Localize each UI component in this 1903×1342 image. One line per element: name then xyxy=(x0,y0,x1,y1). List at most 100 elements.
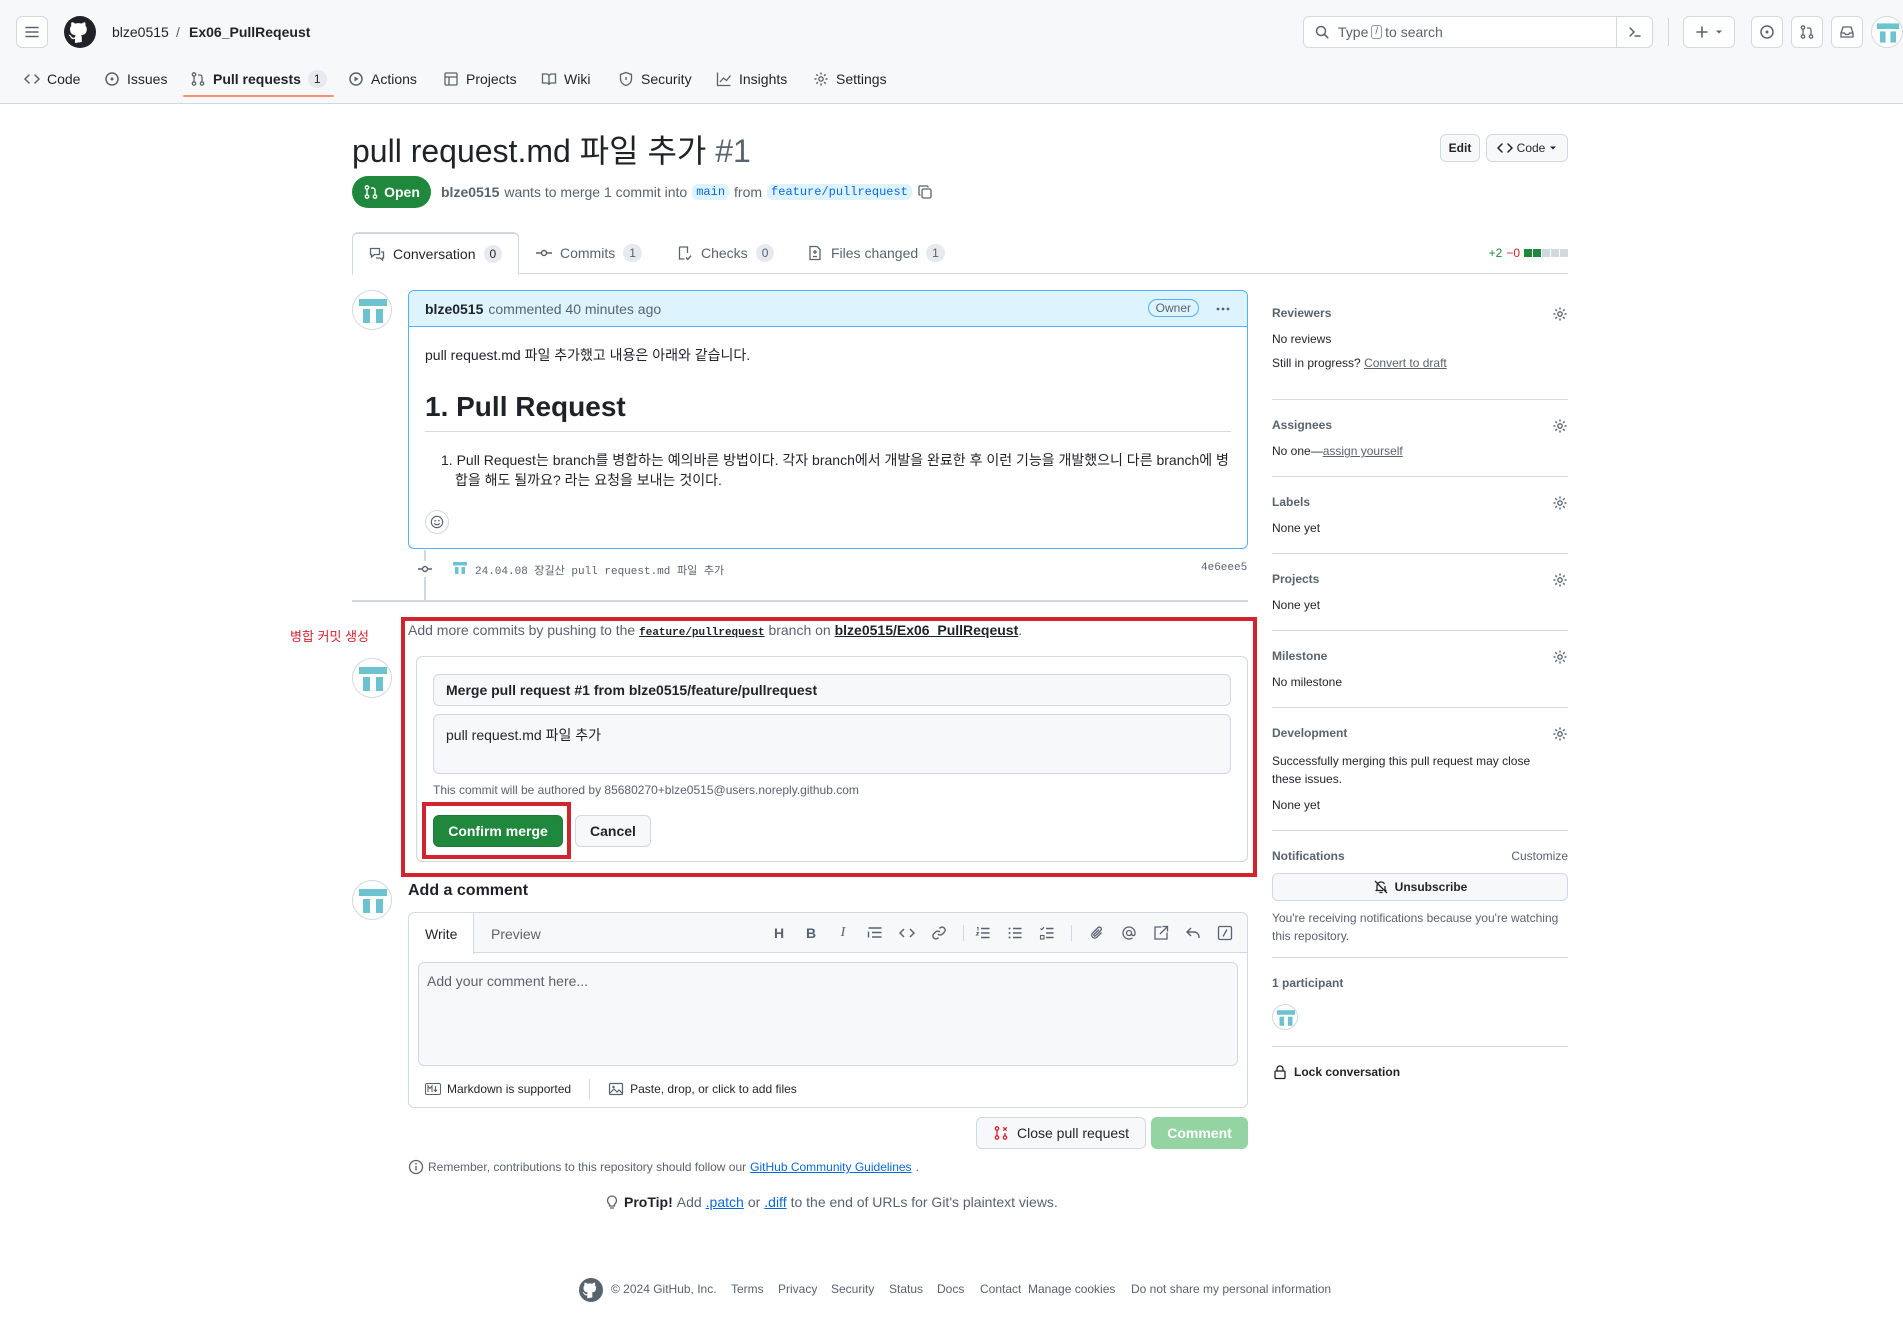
create-new-button[interactable] xyxy=(1683,16,1735,48)
task-list-icon[interactable] xyxy=(1039,925,1055,941)
repo-tab-settings[interactable]: Settings xyxy=(813,62,887,96)
search-input[interactable]: Type / to search xyxy=(1303,16,1653,48)
commit-title-input[interactable]: Merge pull request #1 from blze0515/feat… xyxy=(433,674,1231,706)
viewer-avatar[interactable] xyxy=(352,880,392,920)
attach-note[interactable]: Paste, drop, or click to add files xyxy=(630,1082,797,1096)
protip-patch-link[interactable]: .patch xyxy=(706,1194,744,1210)
footer-link-status[interactable]: Status xyxy=(889,1282,923,1296)
repo-tab-pull-requests[interactable]: Pull requests 1 xyxy=(183,62,334,97)
pull-requests-button[interactable] xyxy=(1791,16,1823,48)
issues-button[interactable] xyxy=(1751,16,1783,48)
commit-body-textarea[interactable]: pull request.md 파일 추가 xyxy=(433,714,1231,774)
breadcrumb-repo[interactable]: Ex06_PullReqeust xyxy=(189,24,310,40)
git-pull-request-icon xyxy=(1799,24,1815,40)
tab-files-changed[interactable]: Files changed 1 xyxy=(807,232,945,274)
add-reaction-button[interactable] xyxy=(425,510,449,534)
github-footer-logo-icon[interactable] xyxy=(579,1278,603,1302)
footer-link-terms[interactable]: Terms xyxy=(731,1282,764,1296)
repo-tab-wiki[interactable]: Wiki xyxy=(541,62,590,96)
comment-author[interactable]: blze0515 xyxy=(425,301,483,317)
footer-link-docs[interactable]: Docs xyxy=(937,1282,964,1296)
gear-icon[interactable] xyxy=(1552,572,1568,588)
gear-icon[interactable] xyxy=(1552,306,1568,322)
edit-button[interactable]: Edit xyxy=(1440,134,1480,162)
footer-link-privacy[interactable]: Privacy xyxy=(778,1282,817,1296)
comment-author-avatar[interactable] xyxy=(352,290,392,330)
repo-tab-security[interactable]: Security xyxy=(618,62,692,96)
user-avatar[interactable] xyxy=(1871,16,1903,48)
commit-sha[interactable]: 4e6eee5 xyxy=(1201,562,1247,574)
inbox-button[interactable] xyxy=(1831,16,1863,48)
menu-button[interactable] xyxy=(16,16,48,48)
gear-icon[interactable] xyxy=(1552,726,1568,742)
bold-icon[interactable]: B xyxy=(803,925,819,941)
slash-command-icon[interactable] xyxy=(1217,925,1233,941)
heading-icon[interactable]: H xyxy=(771,925,787,941)
cancel-merge-button[interactable]: Cancel xyxy=(575,815,651,847)
kebab-horizontal-icon[interactable] xyxy=(1215,301,1231,317)
diffstat[interactable]: +2 −0 xyxy=(1489,246,1568,260)
code-icon[interactable] xyxy=(899,925,915,941)
tab-preview[interactable]: Preview xyxy=(475,913,557,954)
convert-to-draft-link[interactable]: Convert to draft xyxy=(1364,356,1447,370)
base-branch[interactable]: main xyxy=(692,184,730,200)
tab-commits[interactable]: Commits 1 xyxy=(536,232,642,274)
comment-textarea[interactable]: Add your comment here... xyxy=(418,962,1238,1066)
cross-reference-icon[interactable] xyxy=(1153,925,1169,941)
link-icon[interactable] xyxy=(931,925,947,941)
repo-tab-issues[interactable]: Issues xyxy=(104,62,167,96)
repo-tab-code[interactable]: Code xyxy=(24,62,80,96)
merge-author-avatar[interactable] xyxy=(352,658,392,698)
repo-tab-actions[interactable]: Actions xyxy=(348,62,417,96)
commit-author-avatar[interactable] xyxy=(450,558,470,578)
footer-link-contact[interactable]: Contact xyxy=(980,1282,1021,1296)
footer-link-security[interactable]: Security xyxy=(831,1282,874,1296)
merge-hint-repo[interactable]: blze0515/Ex06_PullReqeust xyxy=(835,622,1019,638)
pr-author[interactable]: blze0515 xyxy=(441,184,499,200)
head-branch[interactable]: feature/pullrequest xyxy=(767,184,912,200)
copy-icon[interactable] xyxy=(917,184,933,200)
unordered-list-icon[interactable] xyxy=(1007,925,1023,941)
command-palette-icon[interactable] xyxy=(1616,17,1652,47)
participant-avatar[interactable] xyxy=(1272,1004,1298,1030)
repo-tab-projects[interactable]: Projects xyxy=(443,62,517,96)
github-logo-icon[interactable] xyxy=(64,16,96,48)
customize-link[interactable]: Customize xyxy=(1511,849,1568,863)
breadcrumb-owner[interactable]: blze0515 xyxy=(112,24,169,40)
tab-checks[interactable]: Checks 0 xyxy=(677,232,775,274)
book-icon xyxy=(541,71,557,87)
commit-message[interactable]: 24.04.08 장길산 pull request.md 파일 추가 xyxy=(475,562,724,578)
footer-link-manage-cookies[interactable]: Manage cookies xyxy=(1028,1282,1115,1296)
footer-link-do-not-share[interactable]: Do not share my personal information xyxy=(1131,1282,1331,1296)
unsubscribe-button[interactable]: Unsubscribe xyxy=(1272,873,1568,901)
comment-button[interactable]: Comment xyxy=(1151,1117,1248,1149)
gear-icon[interactable] xyxy=(1552,649,1568,665)
ordered-list-icon[interactable] xyxy=(975,925,991,941)
quote-icon[interactable] xyxy=(867,925,883,941)
reply-icon[interactable] xyxy=(1185,925,1201,941)
development-heading[interactable]: Development xyxy=(1272,726,1568,740)
assign-yourself-link[interactable]: assign yourself xyxy=(1323,444,1403,458)
sidebar-development: Development Successfully merging this pu… xyxy=(1272,726,1568,816)
assignees-heading[interactable]: Assignees xyxy=(1272,418,1568,432)
lock-conversation-link[interactable]: Lock conversation xyxy=(1272,1064,1568,1080)
protip-diff-link[interactable]: .diff xyxy=(764,1194,786,1210)
tab-conversation[interactable]: Conversation 0 xyxy=(352,232,520,275)
repo-tab-insights[interactable]: Insights xyxy=(716,62,787,96)
reviewers-heading[interactable]: Reviewers xyxy=(1272,306,1568,320)
paperclip-icon[interactable] xyxy=(1089,925,1105,941)
milestone-heading[interactable]: Milestone xyxy=(1272,649,1568,663)
close-pull-request-button[interactable]: Close pull request xyxy=(976,1117,1146,1149)
tab-write[interactable]: Write xyxy=(409,913,475,954)
gear-icon[interactable] xyxy=(1552,495,1568,511)
italic-icon[interactable]: I xyxy=(835,925,851,941)
guidelines-link[interactable]: GitHub Community Guidelines xyxy=(750,1160,911,1174)
labels-heading[interactable]: Labels xyxy=(1272,495,1568,509)
markdown-note[interactable]: Markdown is supported xyxy=(447,1082,571,1096)
gear-icon[interactable] xyxy=(1552,418,1568,434)
merge-hint-branch[interactable]: feature/pullrequest xyxy=(639,627,764,639)
mention-icon[interactable] xyxy=(1121,925,1137,941)
code-dropdown-button[interactable]: Code xyxy=(1486,134,1568,162)
comment-timestamp[interactable]: commented 40 minutes ago xyxy=(488,301,661,317)
projects-heading[interactable]: Projects xyxy=(1272,572,1568,586)
